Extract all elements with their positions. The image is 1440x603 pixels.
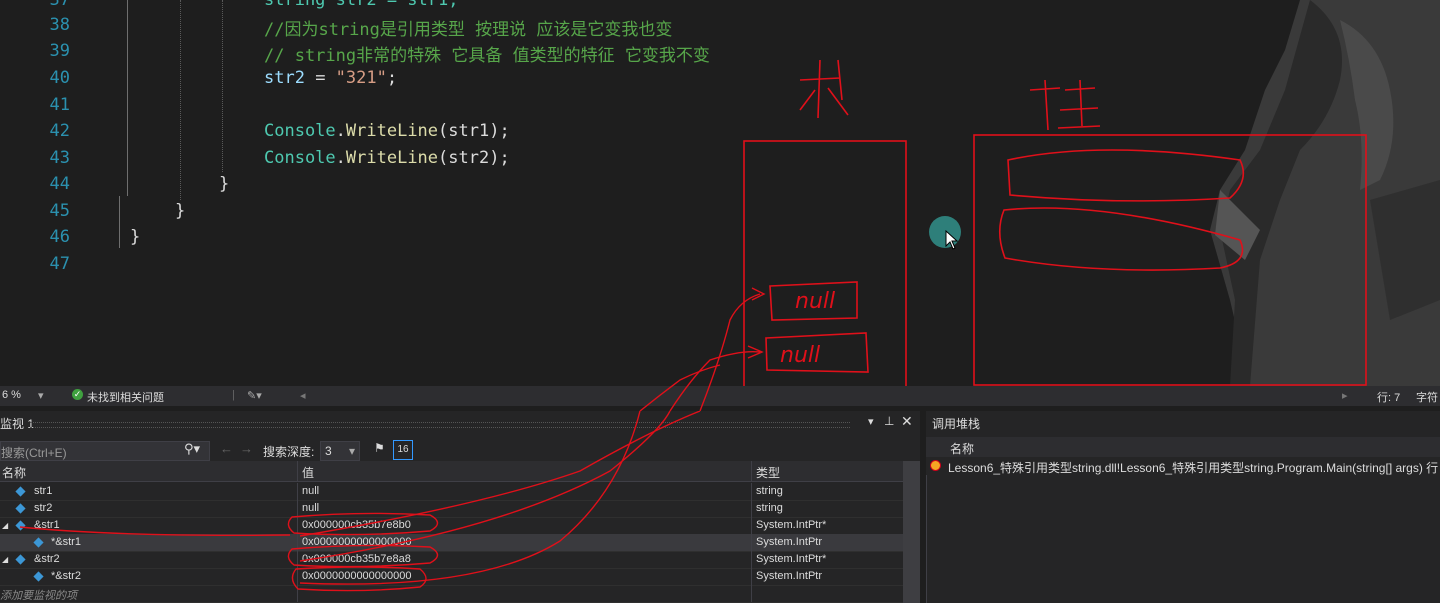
watch-panel: 监视 1 ▾ ⊥ ✕ 搜索(Ctrl+E) ⚲▾ ← → 搜索深度: 3 ▾ ⚑ … xyxy=(0,411,920,603)
call-stack-header: 名称 xyxy=(926,437,1440,457)
call-stack-frame-text: Lesson6_特殊引用类型string.dll!Lesson6_特殊引用类型s… xyxy=(948,461,1439,475)
call-stack-panel: 调用堆栈 名称 Lesson6_特殊引用类型string.dll!Lesson6… xyxy=(926,411,1440,603)
watch-ink-annotations xyxy=(19,411,701,592)
call-stack-title: 调用堆栈 xyxy=(932,417,981,431)
column-name[interactable]: 名称 xyxy=(950,440,974,457)
panel-border xyxy=(926,475,927,603)
call-stack-frame[interactable]: Lesson6_特殊引用类型string.dll!Lesson6_特殊引用类型s… xyxy=(926,457,1440,475)
current-frame-icon xyxy=(930,460,941,471)
connector-ink xyxy=(639,287,766,411)
